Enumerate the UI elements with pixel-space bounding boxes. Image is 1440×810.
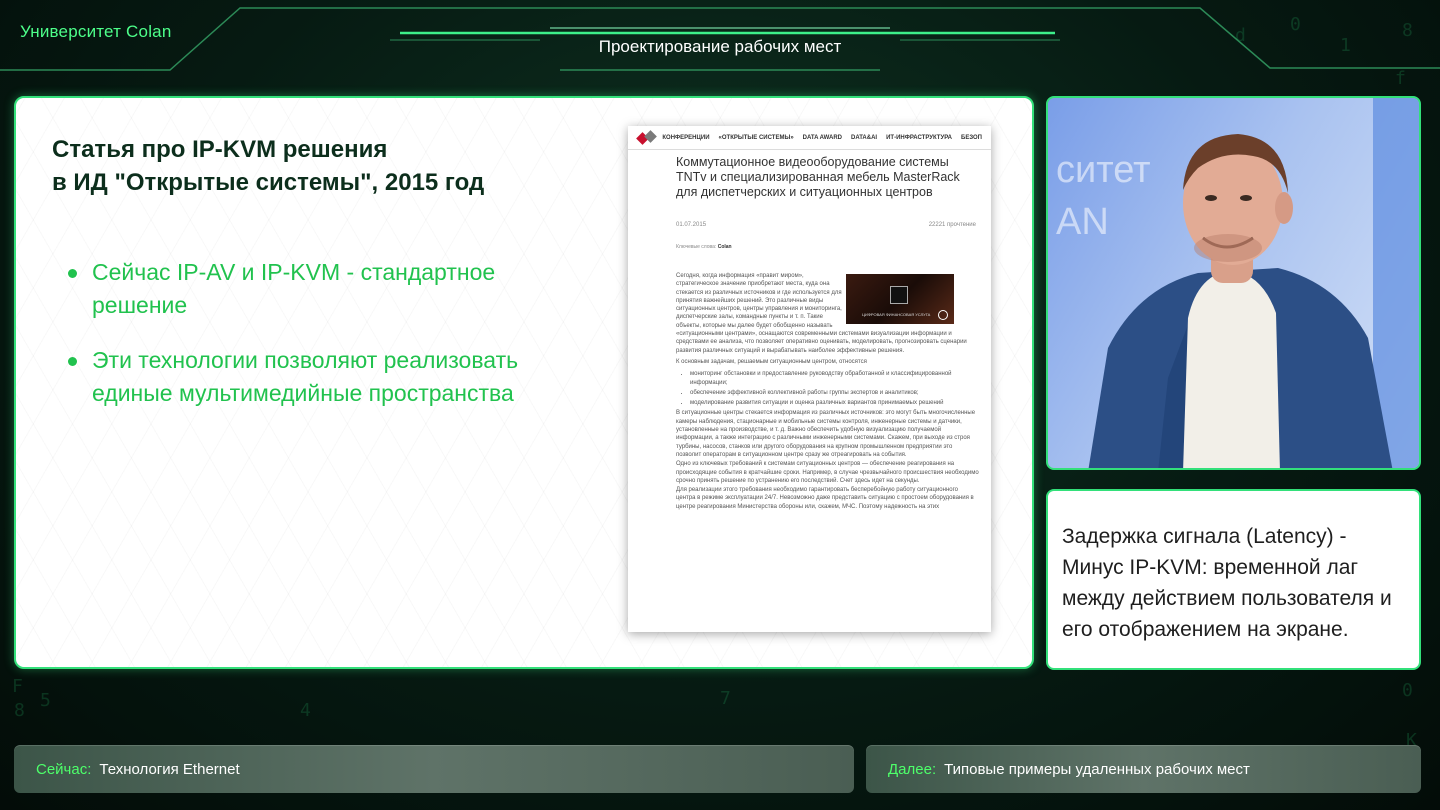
bullet-dot-icon [68, 357, 77, 366]
article-task-item: мониторинг обстановки и предоставление р… [690, 370, 979, 387]
article-task-list: мониторинг обстановки и предоставление р… [690, 370, 979, 407]
article-task-item: моделирование развития ситуации и оценка… [690, 399, 979, 407]
article-paragraph: К основным задачам, решаемым ситуационны… [676, 358, 867, 365]
now-topic: Технология Ethernet [99, 760, 240, 778]
article-keywords: Ключевые слова: Colan [676, 244, 732, 250]
article-nav-bar: КОНФЕРЕНЦИИ «ОТКРЫТЫЕ СИСТЕМЫ» DATA AWAR… [628, 126, 991, 150]
video-float-spacer [843, 272, 979, 330]
slide-heading-line-1: Статья про IP-KVM решения [52, 136, 388, 163]
article-title: Коммутационное видеооборудование системы… [676, 155, 960, 199]
bullet-dot-icon [68, 269, 77, 278]
up-next-bar: Далее: Типовые примеры удаленных рабочих… [866, 745, 1421, 793]
article-nav-item: DATA AWARD [802, 134, 842, 141]
article-nav-item: «ОТКРЫТЫЕ СИСТЕМЫ» [718, 134, 794, 141]
now-playing-bar: Сейчас: Технология Ethernet [14, 745, 854, 793]
lecture-title: Проектирование рабочих мест [598, 37, 842, 56]
article-meta: 01.07.2015 22221 прочтение [676, 222, 976, 228]
speaker-figure-icon [1088, 98, 1419, 468]
article-nav-item: КОНФЕРЕНЦИИ [662, 134, 710, 141]
caption-text: Задержка сигнала (Latency) - Минус IP-KV… [1062, 525, 1392, 641]
slide-panel: Статья про IP-KVM решения в ИД "Открытые… [14, 96, 1034, 669]
article-paragraph: Для реализации этого требования необходи… [676, 487, 974, 510]
slide-bullet-text: Эти технологии позволяют реализовать еди… [92, 347, 519, 406]
slide-bullet-text: Сейчас IP-AV и IP-KVM - стандартное реше… [92, 259, 496, 318]
article-body: Сегодня, когда информация «правит миром»… [676, 272, 979, 512]
article-nav-item: DATA&AI [850, 134, 878, 141]
article-keywords-value: Colan [717, 244, 732, 250]
article-keywords-label: Ключевые слова: [676, 244, 717, 250]
article-paragraph: В ситуационные центры стекается информац… [676, 410, 976, 458]
slide-bullet: Сейчас IP-AV и IP-KVM - стандартное реше… [68, 256, 588, 322]
brand-name: Университет Colan [20, 22, 172, 41]
article-date: 01.07.2015 [676, 222, 707, 228]
slide-heading: Статья про IP-KVM решения в ИД "Открытые… [52, 133, 612, 199]
article-paragraph-intro: Сегодня, когда информация «правит миром»… [676, 272, 979, 355]
slide-bullet: Эти технологии позволяют реализовать еди… [68, 344, 588, 410]
slide-heading-line-2: в ИД "Открытые системы", 2015 год [52, 169, 485, 196]
publisher-logo-icon [636, 129, 657, 146]
now-label: Сейчас: [36, 760, 92, 778]
article-views: 22221 прочтение [928, 222, 976, 228]
next-topic: Типовые примеры удаленных рабочих мест [944, 760, 1250, 778]
next-label: Далее: [888, 760, 937, 778]
caption-box: Задержка сигнала (Latency) - Минус IP-KV… [1046, 489, 1421, 670]
article-screenshot: КОНФЕРЕНЦИИ «ОТКРЫТЫЕ СИСТЕМЫ» DATA AWAR… [628, 126, 991, 632]
speaker-video: ситет AN [1046, 96, 1421, 470]
slide-bullet-list: Сейчас IP-AV и IP-KVM - стандартное реше… [68, 256, 588, 432]
article-paragraph: Одно из ключевых требований к системам с… [676, 461, 979, 484]
article-task-item: обеспечение эффективной коллективной раб… [690, 389, 979, 397]
article-nav-item: ИТ-ИНФРАСТРУКТУРА [886, 134, 953, 141]
article-nav-item: БЕЗОП [961, 134, 982, 141]
